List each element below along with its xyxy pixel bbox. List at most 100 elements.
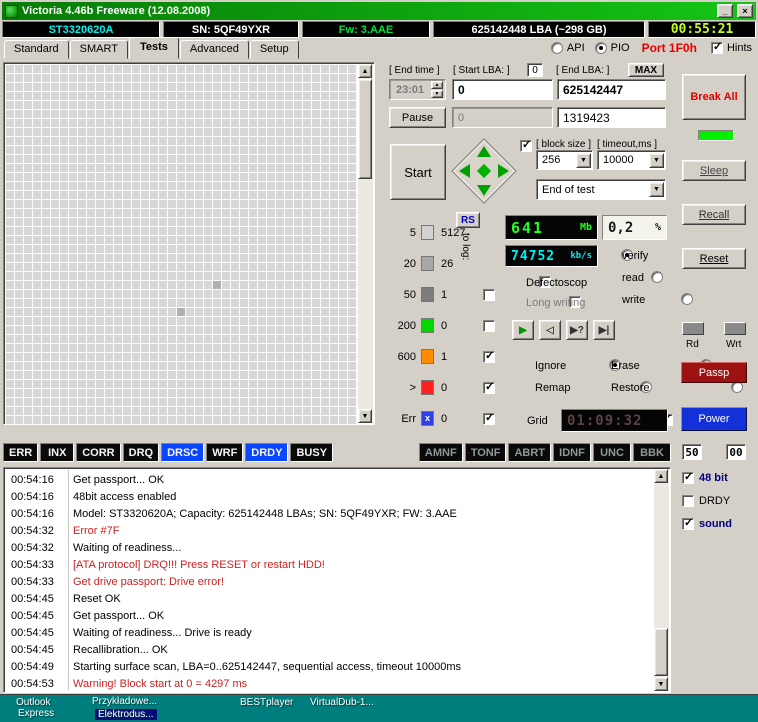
scan-cell bbox=[60, 389, 68, 397]
timeout-select[interactable]: 10000 ▼ bbox=[597, 150, 666, 170]
scan-cell bbox=[105, 101, 113, 109]
tab-tests[interactable]: Tests bbox=[128, 37, 179, 59]
scan-cell bbox=[168, 227, 176, 235]
scan-cell bbox=[6, 83, 14, 91]
to-log-checkbox[interactable] bbox=[483, 380, 495, 394]
drdy-checkbox[interactable] bbox=[682, 495, 694, 507]
block-size-select[interactable]: 256 ▼ bbox=[536, 150, 593, 170]
log-scrollbar[interactable]: ▲ ▼ bbox=[654, 469, 669, 691]
recall-button[interactable]: Recall bbox=[682, 204, 746, 225]
scroll-up-icon[interactable]: ▲ bbox=[358, 64, 372, 78]
tab-standard[interactable]: Standard bbox=[4, 40, 69, 59]
pio-radio[interactable] bbox=[594, 42, 607, 54]
scan-cell bbox=[78, 182, 86, 190]
passport-button[interactable]: Passp bbox=[681, 362, 747, 383]
scan-cell bbox=[276, 245, 284, 253]
scan-cell bbox=[204, 155, 212, 163]
scan-cell bbox=[150, 119, 158, 127]
block-size-checkbox[interactable] bbox=[520, 138, 532, 152]
scan-cell bbox=[60, 290, 68, 298]
skip-end-button[interactable]: ▶| bbox=[593, 320, 615, 340]
scan-cell bbox=[195, 128, 203, 136]
scan-scrollbar-thumb[interactable] bbox=[358, 79, 372, 179]
scan-cell bbox=[15, 83, 23, 91]
scan-cell bbox=[123, 218, 131, 226]
hints-checkbox[interactable] bbox=[710, 40, 723, 54]
power-button[interactable]: Power bbox=[681, 407, 747, 431]
scroll-down-icon[interactable]: ▼ bbox=[358, 409, 372, 423]
spinner-up-icon[interactable]: ▲ bbox=[431, 81, 443, 89]
desktop-icon-label[interactable]: Przykładowe... bbox=[92, 696, 157, 707]
jump-button[interactable]: ▶? bbox=[566, 320, 588, 340]
scan-cell bbox=[60, 335, 68, 343]
led-status-group: ERR INX CORR DRQ DRSC WRF DRDY BUSY bbox=[3, 443, 334, 462]
chevron-down-icon[interactable]: ▼ bbox=[576, 152, 591, 168]
scan-cell bbox=[60, 353, 68, 361]
end-action-select[interactable]: End of test ▼ bbox=[536, 179, 666, 200]
scan-cell bbox=[132, 353, 140, 361]
tab-smart[interactable]: SMART bbox=[69, 40, 128, 59]
sidebar: Break All Sleep Recall Reset Rd Wrt Pass… bbox=[672, 62, 756, 695]
scan-cell bbox=[105, 254, 113, 262]
scan-cell bbox=[213, 299, 221, 307]
log-list: 00:54:16 Get passport... OK 00:54:16 48bit … bbox=[6, 471, 652, 690]
scan-cell bbox=[294, 389, 302, 397]
desktop-icon-label[interactable]: Express bbox=[18, 708, 54, 719]
scan-cell bbox=[87, 200, 95, 208]
scroll-up-icon[interactable]: ▲ bbox=[654, 469, 668, 483]
desktop-icon-label[interactable]: Elektrodus... bbox=[95, 709, 157, 720]
scan-cell bbox=[195, 344, 203, 352]
navigation-pad[interactable] bbox=[450, 137, 518, 205]
to-log-checkbox[interactable] bbox=[483, 349, 495, 363]
read-radio[interactable] bbox=[651, 271, 664, 283]
spinner-down-icon[interactable]: ▼ bbox=[431, 90, 443, 98]
log-scrollbar-thumb[interactable] bbox=[654, 628, 668, 676]
scan-cell bbox=[69, 263, 77, 271]
chevron-down-icon[interactable]: ▼ bbox=[649, 182, 664, 197]
scan-cell bbox=[339, 119, 347, 127]
step-back-button[interactable]: ◁ bbox=[539, 320, 561, 340]
desktop-icon-label[interactable]: VirtualDub-1... bbox=[310, 697, 374, 708]
pause-button[interactable]: Pause bbox=[389, 107, 446, 128]
scan-cell bbox=[231, 353, 239, 361]
to-log-checkbox[interactable] bbox=[483, 319, 495, 332]
break-all-button[interactable]: Break All bbox=[682, 74, 746, 120]
title-bar[interactable]: Victoria 4.46b Freeware (12.08.2008) _ × bbox=[2, 2, 756, 20]
to-log-checkbox[interactable] bbox=[483, 288, 495, 301]
scan-cell bbox=[303, 317, 311, 325]
scroll-down-icon[interactable]: ▼ bbox=[654, 677, 668, 691]
scan-cell bbox=[42, 137, 50, 145]
close-button[interactable]: × bbox=[737, 4, 753, 18]
play-button[interactable]: ▶ bbox=[512, 320, 534, 340]
reset-button[interactable]: Reset bbox=[682, 248, 746, 269]
scan-cell bbox=[240, 110, 248, 118]
scan-cell bbox=[60, 155, 68, 163]
scan-cell bbox=[51, 182, 59, 190]
scan-scrollbar[interactable]: ▲ ▼ bbox=[358, 64, 373, 423]
end-lba-input[interactable]: 625142447 bbox=[557, 79, 666, 100]
start-lba-input[interactable]: 0 bbox=[452, 79, 553, 100]
scan-cell bbox=[177, 65, 185, 73]
sleep-button[interactable]: Sleep bbox=[682, 160, 746, 181]
elapsed-display: 01:09:32 bbox=[561, 409, 668, 432]
chevron-down-icon[interactable]: ▼ bbox=[649, 152, 664, 168]
tab-advanced[interactable]: Advanced bbox=[179, 40, 249, 59]
end-time-field[interactable]: 23:01 ▲ ▼ bbox=[389, 79, 446, 100]
scan-cell bbox=[60, 110, 68, 118]
tab-setup[interactable]: Setup bbox=[249, 40, 299, 59]
scan-cell bbox=[24, 164, 32, 172]
scan-cell bbox=[132, 326, 140, 334]
block-count-field[interactable]: 1319423 bbox=[557, 107, 666, 128]
sound-checkbox[interactable] bbox=[682, 516, 694, 530]
max-lba-button[interactable]: MAX bbox=[628, 63, 664, 77]
desktop-icon-label[interactable]: Outlook bbox=[16, 697, 50, 708]
to-log-checkbox[interactable] bbox=[483, 411, 495, 425]
minimize-button[interactable]: _ bbox=[717, 4, 733, 18]
bit48-checkbox[interactable] bbox=[682, 470, 694, 484]
mb-unit: Mb bbox=[579, 222, 592, 233]
desktop-icon-label[interactable]: BESTplayer bbox=[240, 697, 293, 708]
scan-cell bbox=[141, 308, 149, 316]
scan-cell bbox=[276, 308, 284, 316]
start-button[interactable]: Start bbox=[390, 144, 446, 200]
api-radio[interactable] bbox=[550, 42, 563, 54]
